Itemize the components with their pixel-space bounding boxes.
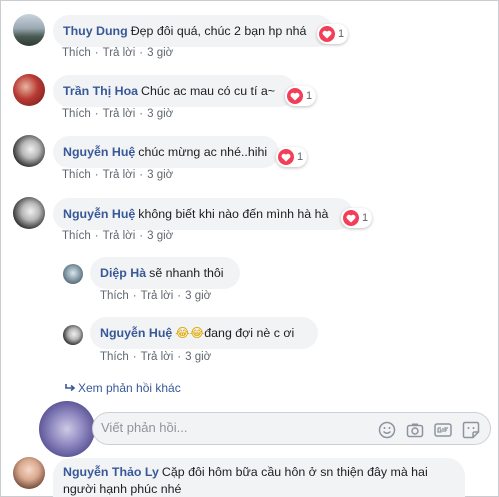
reaction-badge[interactable]: 1 [341, 208, 373, 228]
avatar[interactable] [63, 325, 83, 345]
timestamp[interactable]: 3 giờ [185, 351, 211, 363]
like-link[interactable]: Thích [100, 351, 129, 363]
reply-composer[interactable] [92, 412, 491, 445]
comment-actions: Thích · Trả lời · 3 giờ [62, 169, 173, 181]
heart-icon [319, 26, 335, 42]
comment-author[interactable]: Trần Thị Hoa [63, 84, 138, 98]
separator: · [139, 230, 144, 242]
separator: · [94, 169, 99, 181]
reply-link[interactable]: Trả lời [103, 47, 136, 59]
more-replies-label: Xem phản hồi khác [78, 381, 181, 395]
timestamp[interactable]: 3 giờ [147, 169, 173, 181]
avatar[interactable] [13, 135, 45, 167]
comment-actions: Thích · Trả lời · 3 giờ [62, 230, 173, 242]
comment-author[interactable]: Nguyễn Thảo Ly [63, 465, 159, 479]
timestamp[interactable]: 3 giờ [147, 47, 173, 59]
timestamp[interactable]: 3 giờ [147, 108, 173, 120]
comment-text: chúc mừng ac nhé..hihi [138, 145, 268, 159]
reply-actions: Thích · Trả lời · 3 giờ [100, 351, 211, 363]
gif-icon[interactable] [434, 421, 452, 439]
reply-arrow-icon [64, 382, 78, 396]
reply-text: sẽ nhanh thôi [149, 266, 224, 280]
comment-bubble: Nguyễn Thảo Ly Cặp đôi hôm bữa cầu hôn ở … [53, 458, 465, 497]
reply-link[interactable]: Trả lời [141, 290, 174, 302]
timestamp[interactable]: 3 giờ [185, 290, 211, 302]
reply-link[interactable]: Trả lời [141, 351, 174, 363]
emoji-icon[interactable] [378, 421, 396, 439]
heart-icon [278, 149, 294, 165]
separator: · [132, 290, 137, 302]
comments-panel: Thuy Dung Đẹp đôi quá, chúc 2 bạn hp nhá … [0, 0, 499, 497]
like-link[interactable]: Thích [100, 290, 129, 302]
like-link[interactable]: Thích [62, 108, 91, 120]
separator: · [139, 47, 144, 59]
comment-bubble: Trần Thị Hoa Chúc ac mau có cu tí a~ [53, 75, 296, 107]
reply-actions: Thích · Trả lời · 3 giờ [100, 290, 211, 302]
separator: · [94, 108, 99, 120]
separator: · [177, 290, 182, 302]
reply-link[interactable]: Trả lời [103, 169, 136, 181]
reaction-badge[interactable]: 1 [317, 24, 349, 44]
comment-bubble: Thuy Dung Đẹp đôi quá, chúc 2 bạn hp nhá [53, 15, 333, 47]
like-link[interactable]: Thích [62, 169, 91, 181]
comment-author[interactable]: Nguyễn Huệ [63, 207, 135, 221]
heart-icon [343, 210, 359, 226]
reaction-count: 1 [338, 28, 345, 40]
avatar[interactable] [13, 197, 45, 229]
comment-text: Cặp đôi hôm bữa cầu hôn ở sn thiện đây m… [161, 465, 428, 479]
reaction-badge[interactable]: 1 [276, 147, 308, 167]
reply-link[interactable]: Trả lời [103, 230, 136, 242]
avatar[interactable] [13, 74, 45, 106]
timestamp[interactable]: 3 giờ [147, 230, 173, 242]
avatar [39, 401, 95, 457]
reply-bubble: Diệp Hà sẽ nhanh thôi [90, 257, 240, 289]
avatar[interactable] [13, 14, 45, 46]
comment-text: Chúc ac mau có cu tí a~ [141, 84, 276, 98]
comment-author[interactable]: Thuy Dung [63, 24, 128, 38]
comment-text: không biết khi nào đến mình hà hà [138, 207, 329, 221]
reaction-badge[interactable]: 1 [285, 86, 317, 106]
comment-bubble: Nguyễn Huệ chúc mừng ac nhé..hihi [53, 136, 279, 168]
separator: · [132, 351, 137, 363]
like-link[interactable]: Thích [62, 230, 91, 242]
reply-text: đang đợi nè c ơi [204, 326, 295, 340]
comment-actions: Thích · Trả lời · 3 giờ [62, 108, 173, 120]
comment-actions: Thích · Trả lời · 3 giờ [62, 47, 173, 59]
reaction-count: 1 [306, 90, 313, 102]
comment-bubble: Nguyễn Huệ không biết khi nào đến mình hà… [53, 198, 353, 230]
camera-icon[interactable] [406, 421, 424, 439]
like-link[interactable]: Thích [62, 47, 91, 59]
reply-link[interactable]: Trả lời [103, 108, 136, 120]
comment-text: Đẹp đôi quá, chúc 2 bạn hp nhá [130, 24, 307, 38]
more-replies-link[interactable]: Xem phản hồi khác [64, 381, 181, 396]
separator: · [139, 108, 144, 120]
reply-author[interactable]: Diệp Hà [100, 266, 146, 280]
reply-author[interactable]: Nguyễn Huệ [100, 326, 172, 340]
avatar[interactable] [63, 264, 83, 284]
separator: · [177, 351, 182, 363]
reaction-count: 1 [297, 151, 304, 163]
sticker-icon[interactable] [462, 421, 480, 439]
comment-author[interactable]: Nguyễn Huệ [63, 145, 135, 159]
reply-input[interactable] [101, 420, 371, 435]
comment-text-continued: người hạnh phúc nhé [63, 482, 182, 496]
heart-icon [287, 88, 303, 104]
avatar[interactable] [13, 457, 45, 489]
separator: · [94, 230, 99, 242]
separator: · [139, 169, 144, 181]
reaction-count: 1 [362, 212, 369, 224]
reply-emoji: 😂😂 [175, 325, 205, 340]
separator: · [94, 47, 99, 59]
reply-bubble: Nguyễn Huệ 😂😂đang đợi nè c ơi [90, 317, 318, 349]
